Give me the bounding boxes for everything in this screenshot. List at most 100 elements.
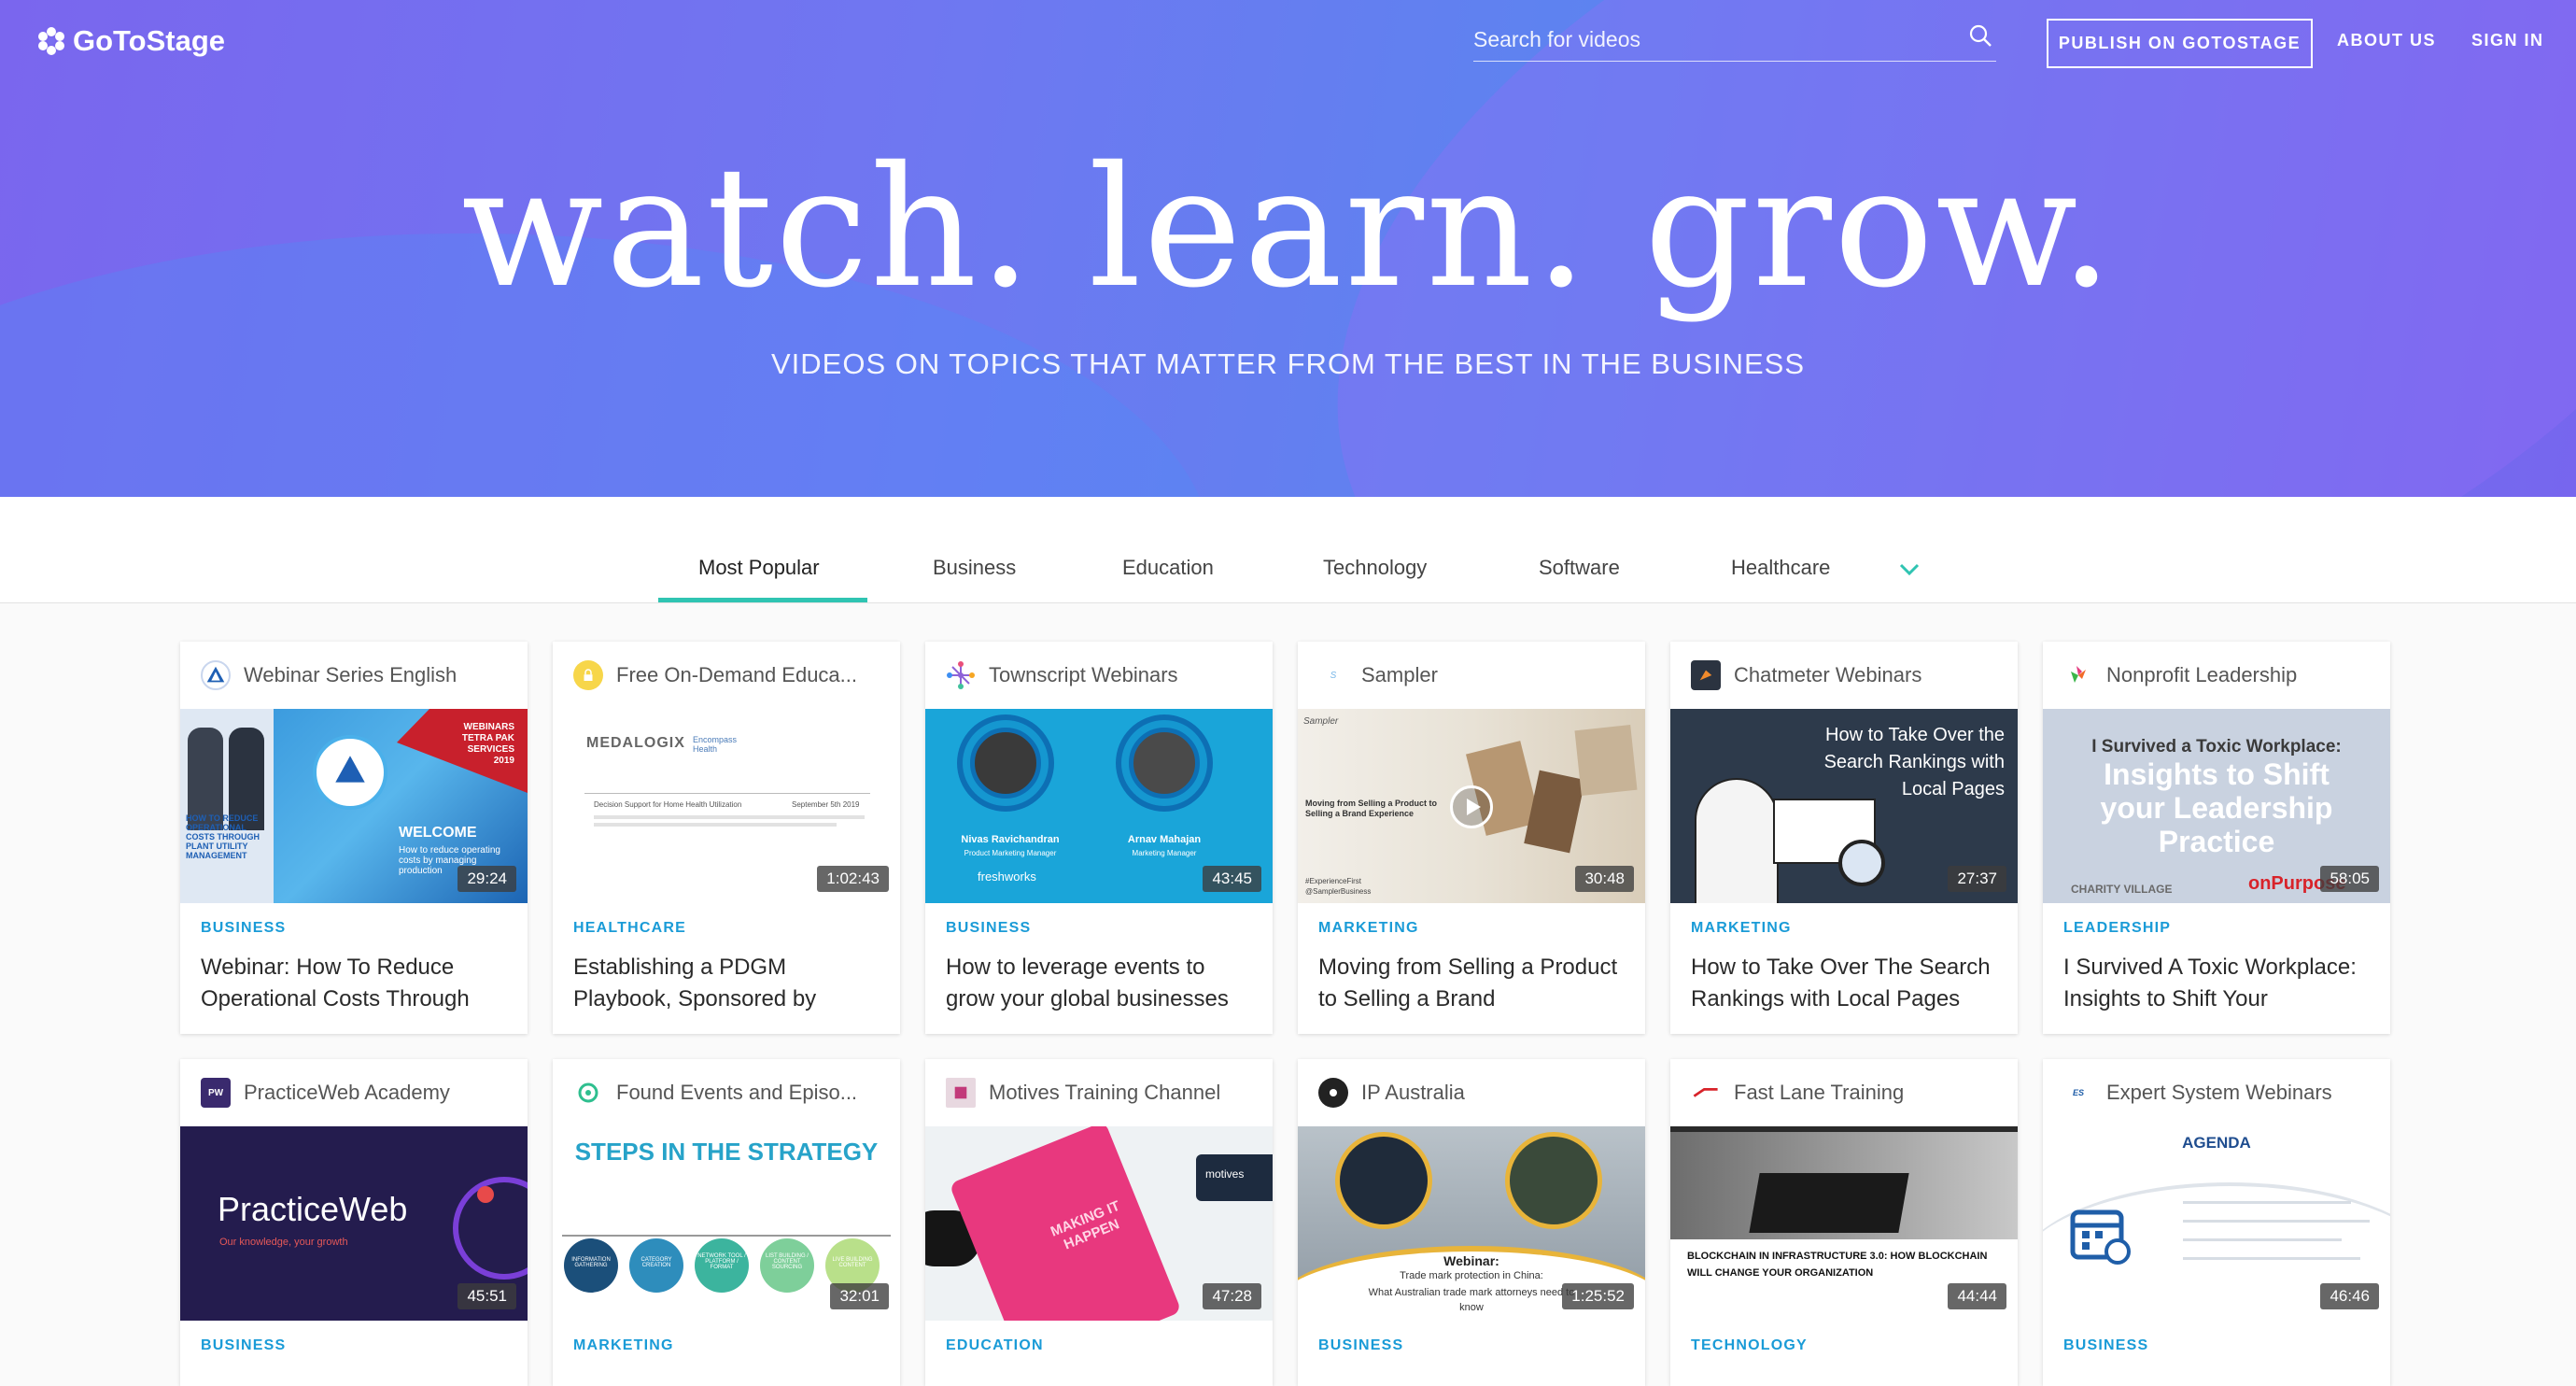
video-thumbnail[interactable]: Webinar: Trade mark protection in China:… bbox=[1298, 1126, 1645, 1321]
thumbnail-text: CATEGORY CREATION bbox=[640, 1257, 672, 1268]
channel-name: Nonprofit Leadership bbox=[2106, 663, 2298, 686]
tab-technology[interactable]: Technology bbox=[1323, 556, 1427, 580]
thumbnail-text: Arnav Mahajan bbox=[1127, 834, 1202, 845]
thumbnail-text: @SamplerBusiness bbox=[1305, 887, 1372, 896]
video-category[interactable]: BUSINESS bbox=[2063, 1337, 2370, 1354]
channel-header[interactable]: Webinar Series English bbox=[180, 642, 528, 709]
video-card[interactable]: Townscript Webinars Nivas Ravichandran P… bbox=[925, 642, 1273, 1034]
publish-button[interactable]: PUBLISH ON GOTOSTAGE bbox=[2047, 19, 2313, 68]
video-thumbnail[interactable]: How to Take Over the Search Rankings wit… bbox=[1670, 709, 2018, 903]
channel-header[interactable]: ES Expert System Webinars bbox=[2043, 1059, 2390, 1126]
thumbnail-text: AGENDA bbox=[2182, 1134, 2251, 1152]
thumbnail-text: CHARITY VILLAGE bbox=[2071, 883, 2173, 896]
video-card[interactable]: IP Australia Webinar: Trade mark protect… bbox=[1298, 1059, 1645, 1386]
thumbnail-text: LIVE BUILDING CONTENT bbox=[832, 1257, 873, 1268]
video-card[interactable]: ES Expert System Webinars AGENDA 46:46 B… bbox=[2043, 1059, 2390, 1386]
video-card[interactable]: PW PracticeWeb Academy PracticeWeb Our k… bbox=[180, 1059, 528, 1386]
thumbnail-text: HOW TO REDUCE OPERATIONAL COSTS THROUGH … bbox=[186, 813, 260, 860]
thumbnail-text: freshworks bbox=[978, 870, 1036, 884]
channel-name: IP Australia bbox=[1361, 1081, 1465, 1104]
gotostage-logo[interactable]: GoToStage bbox=[35, 24, 225, 58]
video-title[interactable]: Webinar: How To Reduce Operational Costs… bbox=[201, 952, 507, 1015]
video-card[interactable]: Fast Lane Training BLOCKCHAIN IN INFRAST… bbox=[1670, 1059, 2018, 1386]
sign-in-link[interactable]: SIGN IN bbox=[2471, 31, 2544, 50]
video-thumbnail[interactable]: I Survived a Toxic Workplace: Insights t… bbox=[2043, 709, 2390, 903]
video-category[interactable]: HEALTHCARE bbox=[573, 920, 880, 937]
tetra-pak-icon bbox=[201, 660, 231, 690]
video-card[interactable]: Nonprofit Leadership I Survived a Toxic … bbox=[2043, 642, 2390, 1034]
tab-most-popular[interactable]: Most Popular bbox=[698, 556, 820, 580]
thumbnail-text: Nivas Ravichandran bbox=[961, 834, 1060, 845]
video-category[interactable]: MARKETING bbox=[1318, 920, 1625, 937]
thumbnail-text: September 5th 2019 bbox=[792, 800, 860, 809]
video-category[interactable]: MARKETING bbox=[1691, 920, 1997, 937]
category-tabs: Most Popular Business Education Technolo… bbox=[0, 497, 2576, 603]
video-thumbnail[interactable]: Nivas Ravichandran Product Marketing Man… bbox=[925, 709, 1273, 903]
video-thumbnail[interactable]: WEBINARS TETRA PAK SERVICES 2019 WELCOME… bbox=[180, 709, 528, 903]
video-thumbnail[interactable]: Sampler Moving from Selling a Product to… bbox=[1298, 709, 1645, 903]
thumbnail-text: Our knowledge, your growth bbox=[219, 1237, 348, 1248]
video-category[interactable]: TECHNOLOGY bbox=[1691, 1337, 1997, 1354]
search-bar[interactable] bbox=[1473, 22, 1996, 62]
video-card[interactable]: S Sampler Sampler Moving from Selling a … bbox=[1298, 642, 1645, 1034]
channel-name: Chatmeter Webinars bbox=[1734, 663, 1922, 686]
video-card[interactable]: Webinar Series English WEBINARS TETRA PA… bbox=[180, 642, 528, 1034]
video-thumbnail[interactable]: PracticeWeb Our knowledge, your growth 4… bbox=[180, 1126, 528, 1321]
channel-header[interactable]: Chatmeter Webinars bbox=[1670, 642, 2018, 709]
thumbnail-text: #ExperienceFirst bbox=[1305, 877, 1362, 885]
video-category[interactable]: MARKETING bbox=[573, 1337, 880, 1354]
channel-header[interactable]: Motives Training Channel bbox=[925, 1059, 1273, 1126]
channel-header[interactable]: Free On-Demand Educa... bbox=[553, 642, 900, 709]
play-icon[interactable] bbox=[1465, 798, 1482, 816]
video-thumbnail[interactable]: BLOCKCHAIN IN INFRASTRUCTURE 3.0: HOW BL… bbox=[1670, 1126, 2018, 1321]
video-duration: 47:28 bbox=[1203, 1283, 1261, 1309]
video-category[interactable]: BUSINESS bbox=[201, 920, 507, 937]
channel-header[interactable]: Found Events and Episo... bbox=[553, 1059, 900, 1126]
video-thumbnail[interactable]: MEDALOGIX Encompass Health Decision Supp… bbox=[553, 709, 900, 903]
thumbnail-text: Insights to Shift your Leadership Practi… bbox=[2100, 757, 2333, 858]
video-card[interactable]: Chatmeter Webinars How to Take Over the … bbox=[1670, 642, 2018, 1034]
thumbnail-text: PracticeWeb bbox=[218, 1190, 408, 1228]
chevron-down-icon[interactable] bbox=[1896, 557, 1922, 583]
video-thumbnail[interactable]: STEPS IN THE STRATEGY INFORMATION GATHER… bbox=[553, 1126, 900, 1321]
video-card[interactable]: Found Events and Episo... STEPS IN THE S… bbox=[553, 1059, 900, 1386]
video-title[interactable]: How to Take Over The Search Rankings wit… bbox=[1691, 952, 1997, 1015]
video-category[interactable]: BUSINESS bbox=[201, 1337, 507, 1354]
thumbnail-text: I Survived a Toxic Workplace: bbox=[2091, 737, 2342, 757]
video-title[interactable]: Moving from Selling a Product to Selling… bbox=[1318, 952, 1625, 1015]
thumbnail-text: What Australian trade mark attorneys nee… bbox=[1368, 1287, 1575, 1313]
channel-header[interactable]: Townscript Webinars bbox=[925, 642, 1273, 709]
channel-name: Free On-Demand Educa... bbox=[616, 663, 858, 686]
channel-header[interactable]: IP Australia bbox=[1298, 1059, 1645, 1126]
video-category[interactable]: BUSINESS bbox=[1318, 1337, 1625, 1354]
practiceweb-icon: PW bbox=[201, 1078, 231, 1108]
video-card[interactable]: Free On-Demand Educa... MEDALOGIX Encomp… bbox=[553, 642, 900, 1034]
video-title[interactable]: How to leverage events to grow your glob… bbox=[946, 952, 1252, 1015]
search-icon[interactable] bbox=[1966, 22, 1996, 52]
channel-name: Fast Lane Training bbox=[1734, 1081, 1905, 1104]
about-us-link[interactable]: ABOUT US bbox=[2337, 31, 2436, 50]
tab-business[interactable]: Business bbox=[933, 556, 1016, 580]
tab-education[interactable]: Education bbox=[1122, 556, 1214, 580]
video-card[interactable]: Motives Training Channel MAKING IT HAPPE… bbox=[925, 1059, 1273, 1386]
video-thumbnail[interactable]: MAKING IT HAPPEN motives 47:28 bbox=[925, 1126, 1273, 1321]
video-title[interactable]: I Survived A Toxic Workplace: Insights t… bbox=[2063, 952, 2370, 1015]
search-input[interactable] bbox=[1473, 22, 1940, 56]
channel-header[interactable]: Fast Lane Training bbox=[1670, 1059, 2018, 1126]
video-category[interactable]: BUSINESS bbox=[946, 920, 1252, 937]
fast-lane-icon bbox=[1691, 1078, 1721, 1108]
video-title[interactable]: Establishing a PDGM Playbook, Sponsored … bbox=[573, 952, 880, 1015]
thumbnail-text: How to Take Over the Search Rankings wit… bbox=[1823, 725, 2005, 799]
video-thumbnail[interactable]: AGENDA 46:46 bbox=[2043, 1126, 2390, 1321]
video-category[interactable]: EDUCATION bbox=[946, 1337, 1252, 1354]
ip-australia-icon bbox=[1318, 1078, 1348, 1108]
video-duration: 58:05 bbox=[2320, 866, 2379, 892]
channel-header[interactable]: Nonprofit Leadership bbox=[2043, 642, 2390, 709]
channel-header[interactable]: S Sampler bbox=[1298, 642, 1645, 709]
tab-software[interactable]: Software bbox=[1539, 556, 1620, 580]
video-category[interactable]: LEADERSHIP bbox=[2063, 920, 2370, 937]
hero-banner: GoToStage PUBLISH ON GOTOSTAGE ABOUT US … bbox=[0, 0, 2576, 497]
channel-header[interactable]: PW PracticeWeb Academy bbox=[180, 1059, 528, 1126]
thumbnail-text: WEBINARS TETRA PAK SERVICES 2019 bbox=[461, 722, 514, 766]
tab-healthcare[interactable]: Healthcare bbox=[1731, 556, 1830, 580]
